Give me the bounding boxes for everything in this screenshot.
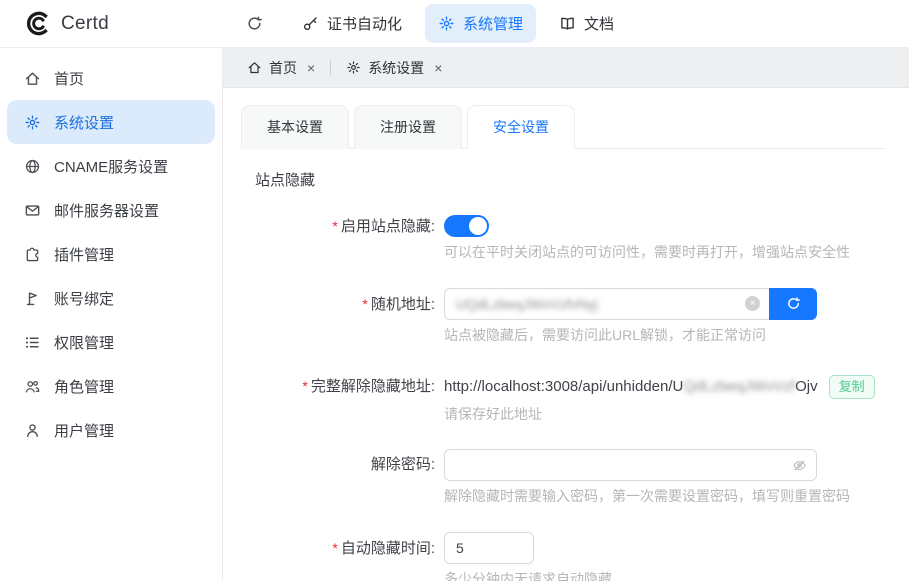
required-mark: * — [302, 378, 307, 394]
gear-icon — [346, 60, 361, 75]
open-tab-label: 首页 — [269, 58, 297, 78]
gear-icon — [24, 114, 41, 131]
form-row-full-unhide-url: *完整解除隐藏地址: http://localhost:3008/api/unh… — [241, 370, 885, 424]
tab-register-settings[interactable]: 注册设置 — [354, 105, 462, 149]
book-icon — [559, 15, 576, 32]
user-icon — [24, 422, 41, 439]
sidebar-item-permission-management[interactable]: 权限管理 — [7, 320, 215, 364]
settings-tabs: 基本设置 注册设置 安全设置 — [241, 104, 885, 149]
field-label: *随机地址: — [241, 288, 444, 346]
field-help: 站点被隐藏后，需要访问此URL解锁，才能正常访问 — [444, 326, 817, 346]
sidebar: 首页 系统设置 CNAME服务设置 邮件服务器设置 插件管理 — [0, 48, 223, 581]
sidebar-item-label: 插件管理 — [54, 244, 114, 265]
app-logo[interactable]: Certd — [24, 10, 230, 37]
sidebar-item-label: CNAME服务设置 — [54, 156, 168, 177]
globe-icon — [24, 158, 41, 175]
form-row-unhide-password: 解除密码: 解除隐藏时需要输入密码，第一次需要设置密码，填写则重置密 — [241, 449, 885, 507]
sidebar-item-account-binding[interactable]: 账号绑定 — [7, 276, 215, 320]
refresh-icon — [786, 296, 801, 311]
sidebar-item-system-settings[interactable]: 系统设置 — [7, 100, 215, 144]
tab-basic-settings[interactable]: 基本设置 — [241, 105, 349, 149]
unhide-password-field-wrap — [444, 449, 817, 481]
url-blurred-part: QdLzbeqJWvVzf — [683, 378, 795, 395]
open-tab-label: 系统设置 — [368, 58, 424, 78]
random-address-value: UQdLzbeqJWvVzfvNyj — [456, 296, 745, 312]
header-nav: 证书自动化 系统管理 文档 — [236, 4, 627, 43]
list-icon — [24, 334, 41, 351]
flag-icon — [24, 290, 41, 307]
sidebar-item-label: 账号绑定 — [54, 288, 114, 309]
sidebar-item-label: 系统设置 — [54, 112, 114, 133]
close-icon[interactable]: × — [307, 61, 315, 75]
clear-icon[interactable]: × — [745, 296, 760, 311]
sidebar-item-user-management[interactable]: 用户管理 — [7, 408, 215, 452]
unhide-url-value: http://localhost:3008/api/unhidden/UQdLz… — [444, 376, 818, 398]
auto-hide-time-input[interactable] — [444, 532, 534, 564]
certd-logo-icon — [24, 10, 51, 37]
home-icon — [24, 70, 41, 87]
section-title-site-hiding: 站点隐藏 — [255, 169, 885, 190]
field-help: 多少分钟内无请求自动隐藏 — [444, 570, 612, 581]
required-mark: * — [332, 218, 337, 234]
close-icon[interactable]: × — [434, 61, 442, 75]
app-header: Certd 证书自动化 系统管理 文档 — [0, 0, 909, 48]
nav-cert-automation[interactable]: 证书自动化 — [289, 4, 415, 43]
field-label: 解除密码: — [241, 449, 444, 507]
required-mark: * — [332, 540, 337, 556]
form-row-random-address: *随机地址: UQdLzbeqJWvVzfvNyj × — [241, 288, 885, 346]
eye-invisible-icon[interactable] — [792, 458, 807, 473]
nav-label: 文档 — [584, 13, 614, 34]
tab-security-settings[interactable]: 安全设置 — [467, 105, 575, 149]
toggle-knob — [469, 217, 487, 235]
tab-divider — [330, 60, 331, 75]
plugin-icon — [24, 246, 41, 263]
field-help: 解除隐藏时需要输入密码，第一次需要设置密码，填写则重置密码 — [444, 487, 850, 507]
open-tabs-bar: 首页 × 系统设置 × — [223, 48, 909, 88]
field-label: *启用站点隐藏: — [241, 210, 444, 263]
form-row-enable-hide: *启用站点隐藏: 可以在平时关闭站点的可访问性，需要时再打开，增强站点安全性 — [241, 210, 885, 263]
nav-system-management[interactable]: 系统管理 — [425, 4, 536, 43]
nav-docs[interactable]: 文档 — [546, 4, 627, 43]
team-icon — [24, 378, 41, 395]
sidebar-item-label: 角色管理 — [54, 376, 114, 397]
tab-label: 基本设置 — [267, 119, 323, 135]
unhide-password-input[interactable] — [447, 451, 792, 479]
field-label: *自动隐藏时间: — [241, 532, 444, 581]
sidebar-item-label: 首页 — [54, 68, 84, 89]
tab-label: 安全设置 — [493, 119, 549, 135]
home-icon — [247, 60, 262, 75]
form-row-auto-hide-time: *自动隐藏时间: 多少分钟内无请求自动隐藏 — [241, 532, 885, 581]
random-address-input[interactable]: UQdLzbeqJWvVzfvNyj × — [444, 288, 769, 320]
regenerate-address-button[interactable] — [769, 288, 817, 320]
open-tab-home[interactable]: 首页 × — [237, 48, 325, 88]
sidebar-item-plugin-management[interactable]: 插件管理 — [7, 232, 215, 276]
sidebar-item-mail-server[interactable]: 邮件服务器设置 — [7, 188, 215, 232]
sidebar-item-role-management[interactable]: 角色管理 — [7, 364, 215, 408]
key-icon — [302, 15, 319, 32]
sidebar-item-home[interactable]: 首页 — [7, 56, 215, 100]
gear-icon — [438, 15, 455, 32]
refresh-icon[interactable] — [236, 6, 273, 41]
nav-label: 系统管理 — [463, 13, 523, 34]
mail-icon — [24, 202, 41, 219]
field-help: 请保存好此地址 — [444, 405, 875, 425]
sidebar-item-label: 用户管理 — [54, 420, 114, 441]
field-label: *完整解除隐藏地址: — [241, 370, 444, 424]
sidebar-item-label: 邮件服务器设置 — [54, 200, 159, 221]
open-tab-system-settings[interactable]: 系统设置 × — [336, 48, 452, 88]
sidebar-item-cname-settings[interactable]: CNAME服务设置 — [7, 144, 215, 188]
sidebar-item-label: 权限管理 — [54, 332, 114, 353]
copy-button[interactable]: 复制 — [829, 375, 875, 399]
field-help: 可以在平时关闭站点的可访问性，需要时再打开，增强站点安全性 — [444, 243, 850, 263]
enable-hide-toggle[interactable] — [444, 215, 489, 237]
tab-label: 注册设置 — [380, 119, 436, 135]
required-mark: * — [362, 296, 367, 312]
app-title: Certd — [61, 13, 109, 35]
security-settings-form: 站点隐藏 *启用站点隐藏: 可以在平时关闭站点的可访问性，需要时再打开，增强站点… — [241, 149, 885, 581]
nav-label: 证书自动化 — [327, 13, 402, 34]
